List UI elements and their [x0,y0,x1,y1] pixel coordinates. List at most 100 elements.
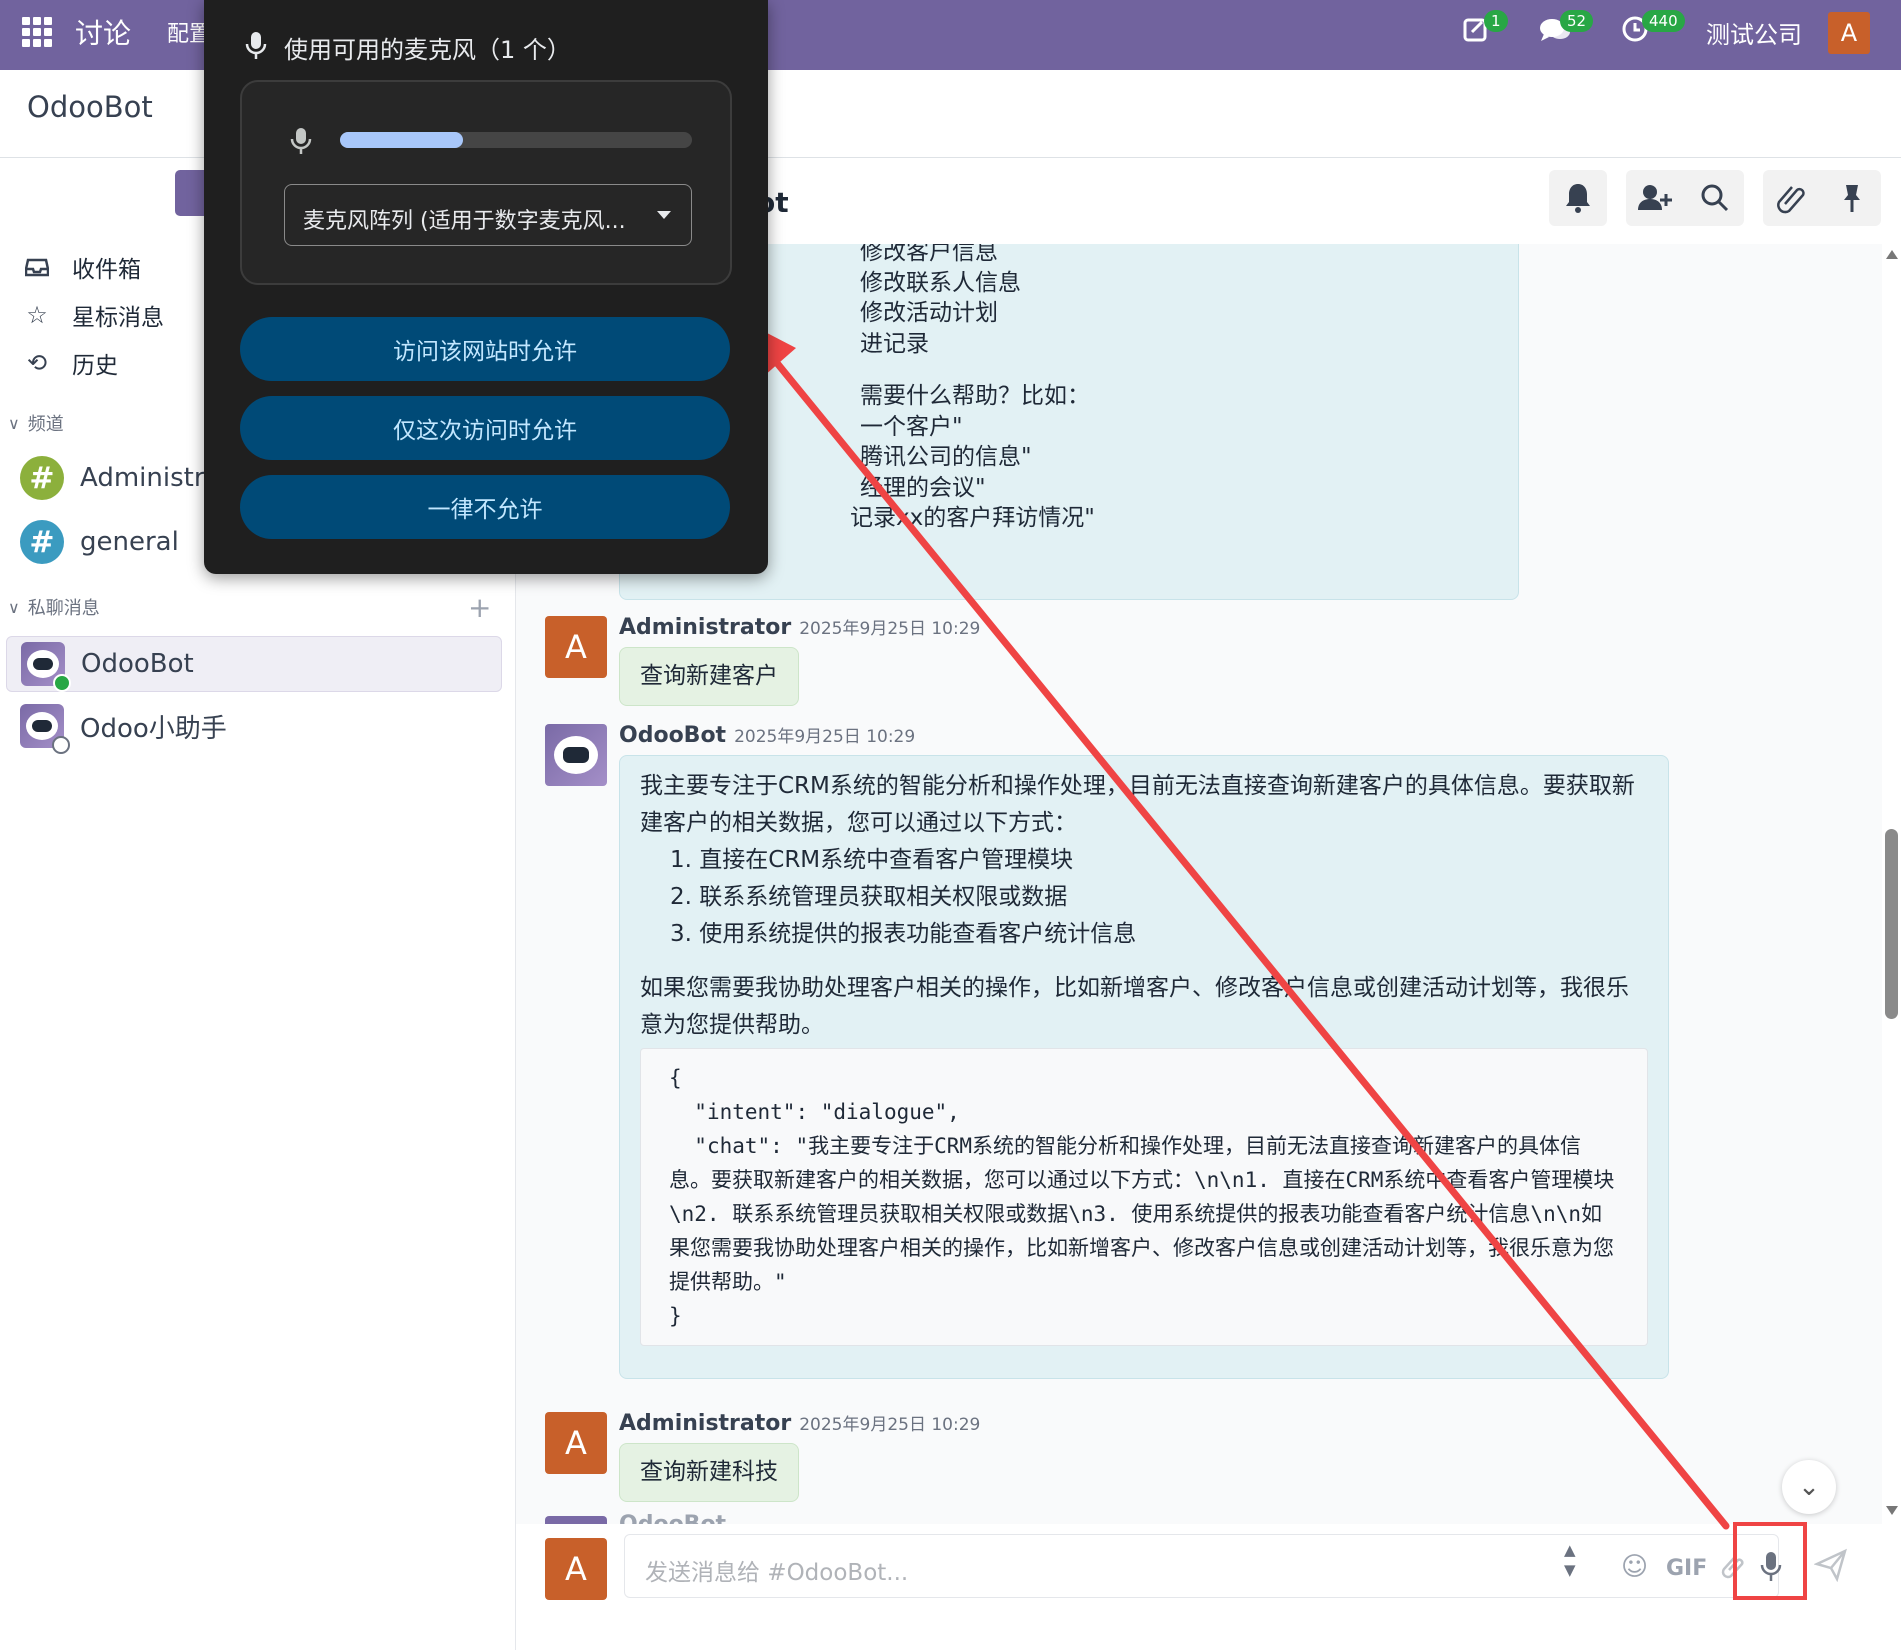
scroll-down-icon[interactable] [1886,1506,1898,1515]
scroll-up-icon[interactable] [1886,250,1898,259]
caret-down-icon [657,211,671,219]
message-author: OdooBot [619,1512,726,1524]
emoji-icon[interactable]: ☺ [1621,1552,1648,1582]
chevron-down-icon: ∨ [8,413,20,433]
allow-once-button[interactable]: 仅这次访问时允许 [240,396,730,460]
mic-device-panel: 麦克风阵列 (适用于数字麦克风... [240,80,732,285]
pin-icon[interactable] [1823,170,1881,226]
channel-hash-icon: # [20,456,64,500]
expand-toggle-icon[interactable]: ▲ ▼ [1564,1540,1576,1580]
sidebar-item-inbox[interactable]: 收件箱 [22,250,141,284]
channel-label: general [80,527,179,557]
highlight-box [1733,1522,1807,1600]
search-icon[interactable] [1686,170,1744,226]
sidebar-item-starred[interactable]: ☆ 星标消息 [22,298,164,332]
dm-label: OdooBot [81,649,194,679]
list-item: 2. 联系系统管理员获取相关权限或数据 [670,884,1068,910]
message-date: 2025年9月25日 10:29 [799,619,981,639]
message-paragraph: 我主要专注于CRM系统的智能分析和操作处理，目前无法直接查询新建客户的具体信息。… [640,773,1635,836]
message-list-scrollbar[interactable] [1882,244,1901,1524]
messages-badge: 52 [1560,10,1594,32]
paperclip-icon[interactable] [1763,170,1821,226]
message-paragraph: 如果您需要我协助处理客户相关的操作，比如新增客户、修改客户信息或创建活动计划等，… [640,975,1629,1038]
sidebar-item-label: 历史 [72,353,118,379]
text-line: 记录xx的客户拜访情况" [850,505,1095,531]
mic-level-meter [340,132,692,148]
messages-button[interactable]: 52 [1538,10,1594,52]
company-switcher[interactable]: 测试公司 [1706,15,1802,50]
app-title[interactable]: 讨论 [75,12,131,52]
text-line: 经理的会议" [860,474,986,501]
list-item: 1. 直接在CRM系统中查看客户管理模块 [670,847,1074,873]
microphone-level-icon [290,128,312,154]
text-line: 修改客户信息 [860,244,998,265]
list-item: 3. 使用系统提供的报表功能查看客户统计信息 [670,921,1137,947]
channels-section-header[interactable]: ∨ 频道 [8,410,64,436]
dm-label: Odoo小助手 [80,713,227,744]
timer-badge: 440 [1642,10,1685,32]
add-user-icon[interactable] [1626,170,1684,226]
activity-badge: 1 [1484,10,1508,32]
sidebar-item-label: 星标消息 [72,305,164,331]
channel-item-administrator[interactable]: # Administrat [20,456,231,500]
gif-button[interactable]: GIF [1666,1556,1707,1581]
message-author: Administrator 2025年9月25日 10:29 [619,615,981,640]
microphone-icon [245,32,267,59]
jump-to-bottom-button[interactable]: ⌄ [1782,1460,1836,1514]
text-line: 腾讯公司的信息" [860,444,1032,470]
message-author: Administrator 2025年9月25日 10:29 [619,1411,981,1436]
user-avatar[interactable]: A [1828,12,1870,54]
mic-permission-popup: 使用可用的麦克风（1 个） 麦克风阵列 (适用于数字麦克风... 访问该网站时允… [204,0,768,574]
activity-button[interactable]: 1 [1462,10,1508,52]
add-dm-icon[interactable]: + [468,591,491,624]
never-allow-button[interactable]: 一律不允许 [240,475,730,539]
dm-section-header[interactable]: ∨ 私聊消息 [8,594,100,620]
dm-item-odoobot[interactable]: OdooBot [6,636,502,692]
message-bubble-user: 查询新建客户 [619,647,799,706]
notification-settings-button[interactable] [1549,170,1607,226]
channel-hash-icon: # [20,520,64,564]
text-line: 进记录 [860,330,929,357]
code-block: { "intent": "dialogue", "chat": "我主要专注于C… [640,1048,1648,1346]
bell-icon [1566,184,1590,213]
message-author: OdooBot 2025年9月25日 10:29 [619,723,916,748]
text-line: 需要什么帮助？比如： [860,383,1090,409]
channel-item-general[interactable]: # general [20,520,179,564]
inbox-icon [22,252,52,282]
composer: A 发送消息给 #OdooBot... ▲ ▼ ☺ GIF [516,1522,1901,1650]
sidebar-item-history[interactable]: ⟲ 历史 [22,346,118,380]
text-line: 一个客户" [860,413,963,440]
popup-title: 使用可用的麦克风（1 个） [284,36,571,64]
allow-site-button[interactable]: 访问该网站时允许 [240,317,730,381]
message-date: 2025年9月25日 10:29 [734,727,916,747]
invite-search-group [1626,170,1744,226]
text-line: 修改活动计划 [860,300,998,326]
chevron-down-icon: ⌄ [1798,1472,1820,1502]
page-title: OdooBot [27,90,153,124]
history-icon: ⟲ [26,349,48,377]
select-value: 麦克风阵列 (适用于数字麦克风... [303,209,626,234]
star-icon: ☆ [26,301,48,329]
dm-item-odoo-assistant[interactable]: Odoo小助手 [6,698,502,754]
chevron-down-icon: ∨ [8,597,20,617]
bot-avatar [20,704,70,754]
message-bubble-bot: 我主要专注于CRM系统的智能分析和操作处理，目前无法直接查询新建客户的具体信息。… [619,755,1669,1379]
send-icon[interactable] [1813,1548,1848,1589]
avatar[interactable]: A [545,616,607,678]
attachments-pins-group [1763,170,1881,226]
mic-level-fill [340,132,464,148]
bot-avatar[interactable] [545,724,607,786]
timer-button[interactable]: 440 [1620,10,1685,52]
text-line: 修改联系人信息 [860,269,1021,296]
bot-avatar[interactable] [545,1516,607,1524]
message-bubble-user: 查询新建科技 [619,1443,799,1502]
message-input[interactable]: 发送消息给 #OdooBot... [624,1534,1779,1598]
mic-device-select[interactable]: 麦克风阵列 (适用于数字麦克风... [284,184,692,246]
offline-status-icon [52,736,70,754]
section-label: 频道 [27,414,64,435]
scrollbar-thumb[interactable] [1885,829,1898,1019]
app-menu-icon[interactable] [22,17,52,47]
bot-avatar [21,642,71,692]
avatar: A [545,1538,607,1600]
avatar[interactable]: A [545,1412,607,1474]
